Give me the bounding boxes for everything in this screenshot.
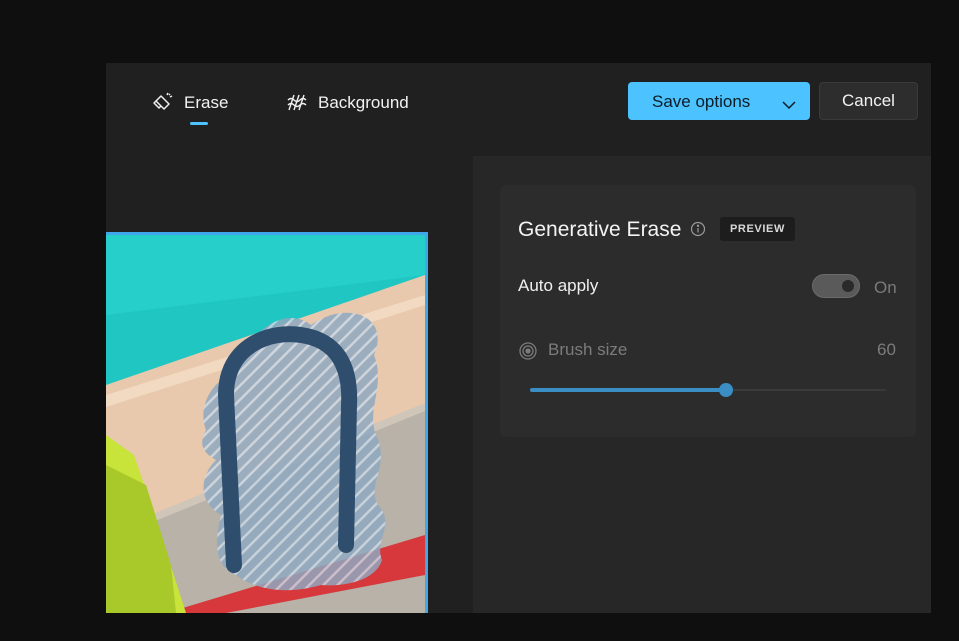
toggle-knob	[842, 280, 854, 292]
slider-fill	[530, 388, 726, 392]
auto-apply-state: On	[874, 278, 897, 297]
cancel-button[interactable]: Cancel	[819, 82, 918, 120]
tab-erase-label: Erase	[184, 93, 229, 112]
active-tab-indicator	[190, 122, 208, 125]
tab-erase[interactable]: Erase	[152, 87, 228, 119]
background-icon	[286, 92, 308, 114]
save-options-label: Save options	[652, 92, 751, 111]
slider-thumb[interactable]	[718, 383, 733, 397]
preview-badge: PREVIEW	[720, 217, 795, 241]
erase-icon	[152, 92, 174, 114]
tab-background[interactable]: Background	[286, 87, 409, 119]
photos-editor-window: Erase Background Save options Cancel Gen…	[106, 63, 931, 613]
brush-size-label: Brush size	[548, 340, 628, 359]
generative-erase-card: Generative Erase PREVIEW Auto apply On B…	[500, 185, 916, 437]
brush-size-value: 60	[877, 340, 896, 359]
edit-toolbar: Erase Background Save options Cancel	[106, 63, 931, 141]
image-canvas[interactable]	[106, 141, 472, 613]
save-options-button[interactable]: Save options	[628, 82, 810, 120]
chevron-down-icon[interactable]	[782, 95, 796, 110]
auto-apply-toggle[interactable]	[812, 274, 860, 298]
brush-size-icon	[518, 341, 538, 361]
auto-apply-label: Auto apply	[518, 276, 599, 295]
brush-size-slider[interactable]	[530, 381, 886, 399]
photo-preview[interactable]	[106, 232, 428, 613]
tab-background-label: Background	[318, 93, 409, 112]
card-title: Generative Erase	[518, 218, 682, 241]
info-icon[interactable]	[690, 221, 706, 237]
